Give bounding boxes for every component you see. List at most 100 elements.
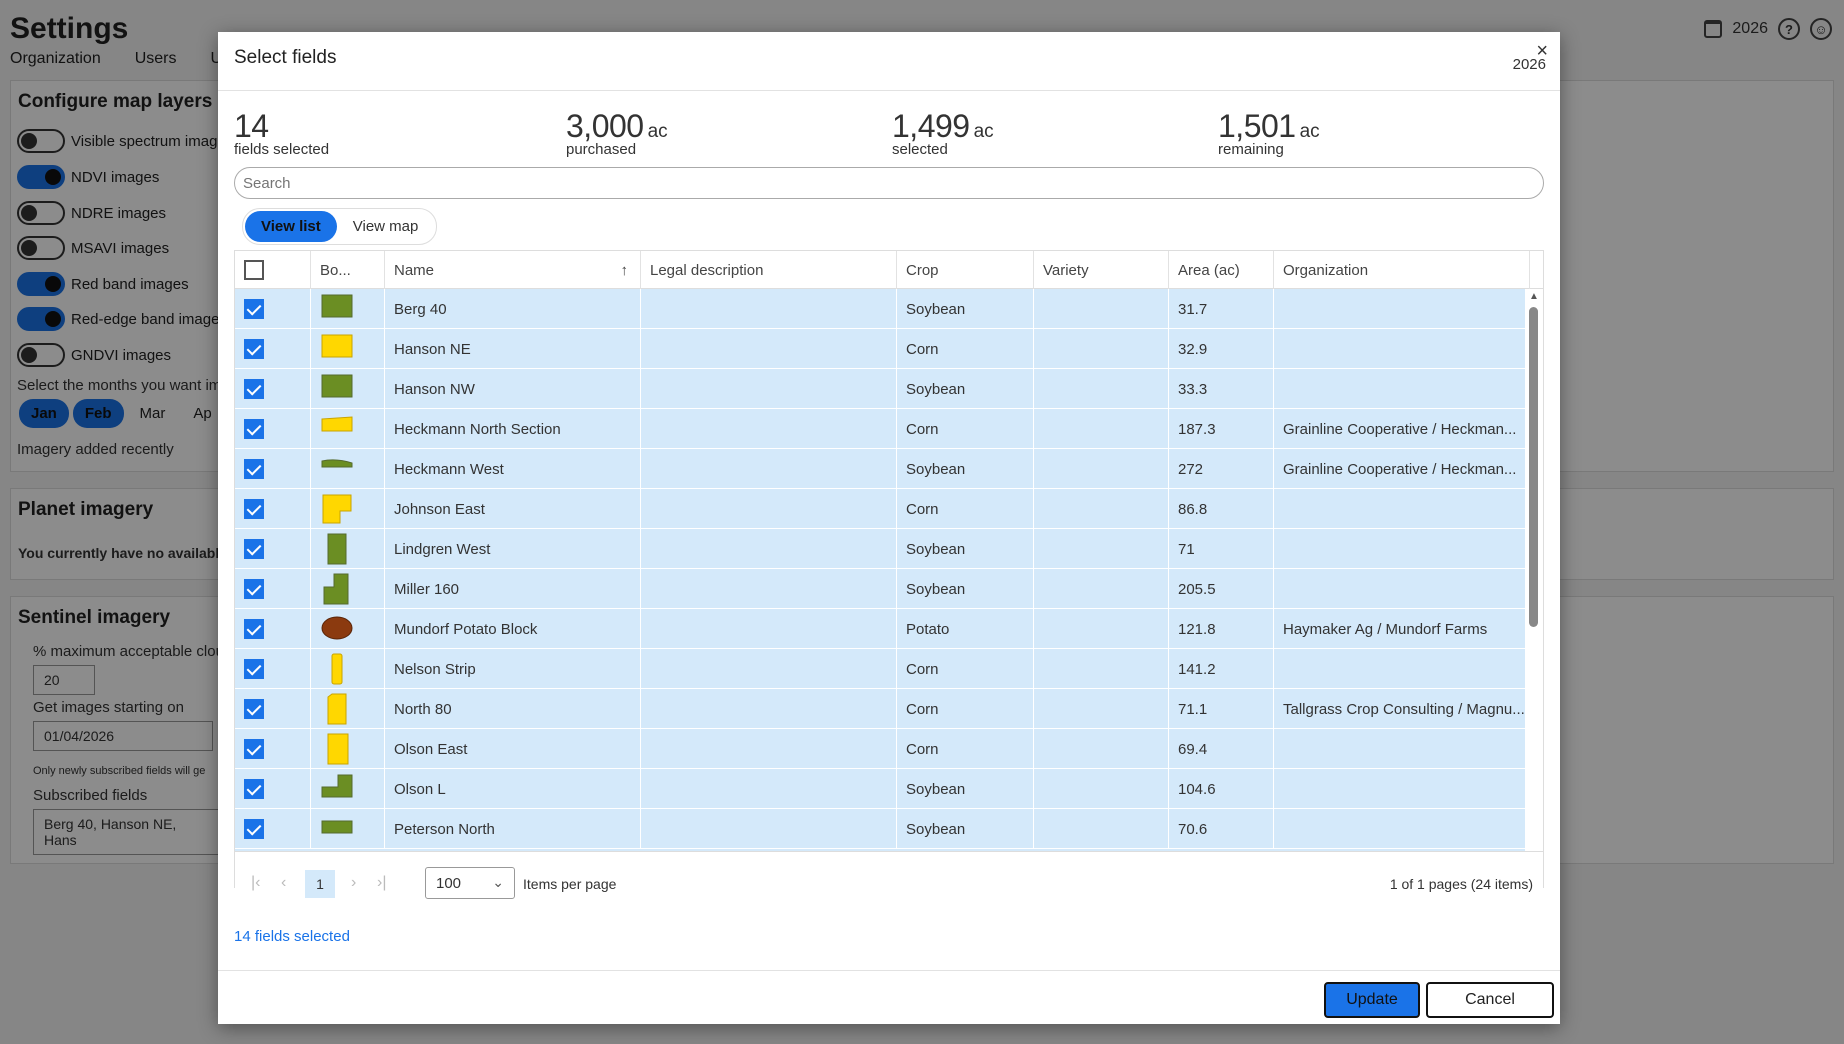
grid-scrollbar[interactable]: ▲ ▼	[1525, 289, 1543, 869]
fields-selected-link[interactable]: 14 fields selected	[234, 928, 350, 945]
name-cell: North 80	[385, 689, 641, 729]
boundary-cell	[311, 489, 385, 529]
cancel-button[interactable]: Cancel	[1426, 982, 1554, 1018]
scroll-up-icon[interactable]: ▲	[1529, 291, 1539, 302]
row-checkbox[interactable]	[244, 659, 264, 679]
variety-cell	[1034, 809, 1169, 849]
view-toggle: View list View map	[242, 208, 438, 245]
row-checkbox[interactable]	[244, 619, 264, 639]
fields-grid: Bo... Name ↑ Legal description Crop Varie…	[234, 250, 1544, 915]
area-cell: 187.3	[1169, 409, 1274, 449]
row-select-cell	[235, 609, 311, 649]
variety-cell	[1034, 449, 1169, 489]
table-row[interactable]: Hanson NW Soybean 33.3	[235, 369, 1527, 409]
pager: |‹ ‹ 1 › ›| 100 ⌄ Items per page 1 of 1 p…	[235, 851, 1543, 915]
row-checkbox[interactable]	[244, 739, 264, 759]
table-row[interactable]: Mundorf Potato Block Potato 121.8 Haymaker …	[235, 609, 1527, 649]
stat-value: 3,000	[566, 108, 644, 144]
organization-cell	[1274, 729, 1527, 769]
organization-cell	[1274, 529, 1527, 569]
crop-cell: Soybean	[897, 569, 1034, 609]
header-name-label: Name	[394, 261, 435, 279]
stat-purchased: 3,000 ac purchased	[566, 108, 668, 158]
header-area[interactable]: Area (ac)	[1169, 251, 1274, 289]
row-checkbox[interactable]	[244, 459, 264, 479]
boundary-cell	[311, 529, 385, 569]
update-button[interactable]: Update	[1324, 982, 1420, 1018]
field-boundary-icon	[321, 334, 353, 358]
row-checkbox[interactable]	[244, 779, 264, 799]
table-row[interactable]: Johnson East Corn 86.8	[235, 489, 1527, 529]
name-cell: Peterson North	[385, 809, 641, 849]
name-cell: Miller 160	[385, 569, 641, 609]
header-organization[interactable]: Organization	[1274, 251, 1530, 289]
row-checkbox[interactable]	[244, 499, 264, 519]
organization-cell: Grainline Cooperative / Heckman...	[1283, 460, 1517, 478]
row-checkbox[interactable]	[244, 579, 264, 599]
row-select-cell	[235, 809, 311, 849]
header-select-all	[235, 251, 311, 289]
table-row[interactable]: North 80 Corn 71.1 Tallgrass Crop Consultin…	[235, 689, 1527, 729]
variety-cell	[1034, 329, 1169, 369]
items-per-page-select[interactable]: 100 ⌄	[425, 867, 515, 899]
crop-cell: Soybean	[897, 449, 1034, 489]
field-boundary-icon	[321, 294, 353, 318]
view-list-button[interactable]: View list	[245, 211, 337, 242]
header-crop[interactable]: Crop	[897, 251, 1034, 289]
stat-fields-selected: 14 fields selected	[234, 108, 329, 158]
table-row[interactable]: Heckmann West Soybean 272 Grainline Coopera…	[235, 449, 1527, 489]
name-cell: Olson East	[385, 729, 641, 769]
row-checkbox[interactable]	[244, 539, 264, 559]
field-boundary-icon	[327, 733, 349, 765]
current-page[interactable]: 1	[305, 870, 335, 898]
area-cell: 121.8	[1169, 609, 1274, 649]
prev-page-icon[interactable]: ‹	[281, 874, 286, 892]
organization-cell: Tallgrass Crop Consulting / Magnu...	[1283, 700, 1525, 718]
header-legal-description[interactable]: Legal description	[641, 251, 897, 289]
legal-cell	[641, 329, 897, 369]
table-row[interactable]: Hanson NE Corn 32.9	[235, 329, 1527, 369]
field-boundary-icon	[327, 693, 347, 725]
view-map-button[interactable]: View map	[337, 211, 435, 242]
first-page-icon[interactable]: |‹	[251, 874, 260, 892]
table-row[interactable]: Miller 160 Soybean 205.5	[235, 569, 1527, 609]
field-boundary-icon	[321, 416, 353, 432]
organization-cell	[1274, 769, 1527, 809]
select-all-checkbox[interactable]	[244, 260, 264, 280]
organization-cell	[1274, 649, 1527, 689]
legal-cell	[641, 609, 897, 649]
crop-cell: Corn	[897, 689, 1034, 729]
name-cell: Lindgren West	[385, 529, 641, 569]
header-boundary[interactable]: Bo...	[311, 251, 385, 289]
table-row[interactable]: Lindgren West Soybean 71	[235, 529, 1527, 569]
row-checkbox[interactable]	[244, 819, 264, 839]
header-variety[interactable]: Variety	[1034, 251, 1169, 289]
header-name[interactable]: Name ↑	[385, 251, 641, 289]
table-row[interactable]: Olson East Corn 69.4	[235, 729, 1527, 769]
search-input[interactable]	[234, 167, 1544, 199]
table-row[interactable]: Heckmann North Section Corn 187.3 Grainline…	[235, 409, 1527, 449]
legal-cell	[641, 569, 897, 609]
row-select-cell	[235, 569, 311, 609]
field-boundary-icon	[327, 533, 347, 565]
name-cell: Nelson Strip	[385, 649, 641, 689]
field-boundary-icon	[323, 573, 349, 605]
scroll-thumb[interactable]	[1529, 307, 1538, 627]
table-row[interactable]: Berg 40 Soybean 31.7	[235, 289, 1527, 329]
area-cell: 32.9	[1169, 329, 1274, 369]
variety-cell	[1034, 769, 1169, 809]
row-checkbox[interactable]	[244, 299, 264, 319]
table-row[interactable]: Nelson Strip Corn 141.2	[235, 649, 1527, 689]
name-cell: Berg 40	[385, 289, 641, 329]
name-cell: Hanson NW	[385, 369, 641, 409]
row-checkbox[interactable]	[244, 419, 264, 439]
stat-value: 1,499	[892, 108, 970, 144]
table-row[interactable]: Peterson North Soybean 70.6	[235, 809, 1527, 849]
table-row[interactable]: Olson L Soybean 104.6	[235, 769, 1527, 809]
last-page-icon[interactable]: ›|	[377, 874, 386, 892]
boundary-cell	[311, 809, 385, 849]
row-checkbox[interactable]	[244, 339, 264, 359]
row-checkbox[interactable]	[244, 699, 264, 719]
row-checkbox[interactable]	[244, 379, 264, 399]
next-page-icon[interactable]: ›	[351, 874, 356, 892]
